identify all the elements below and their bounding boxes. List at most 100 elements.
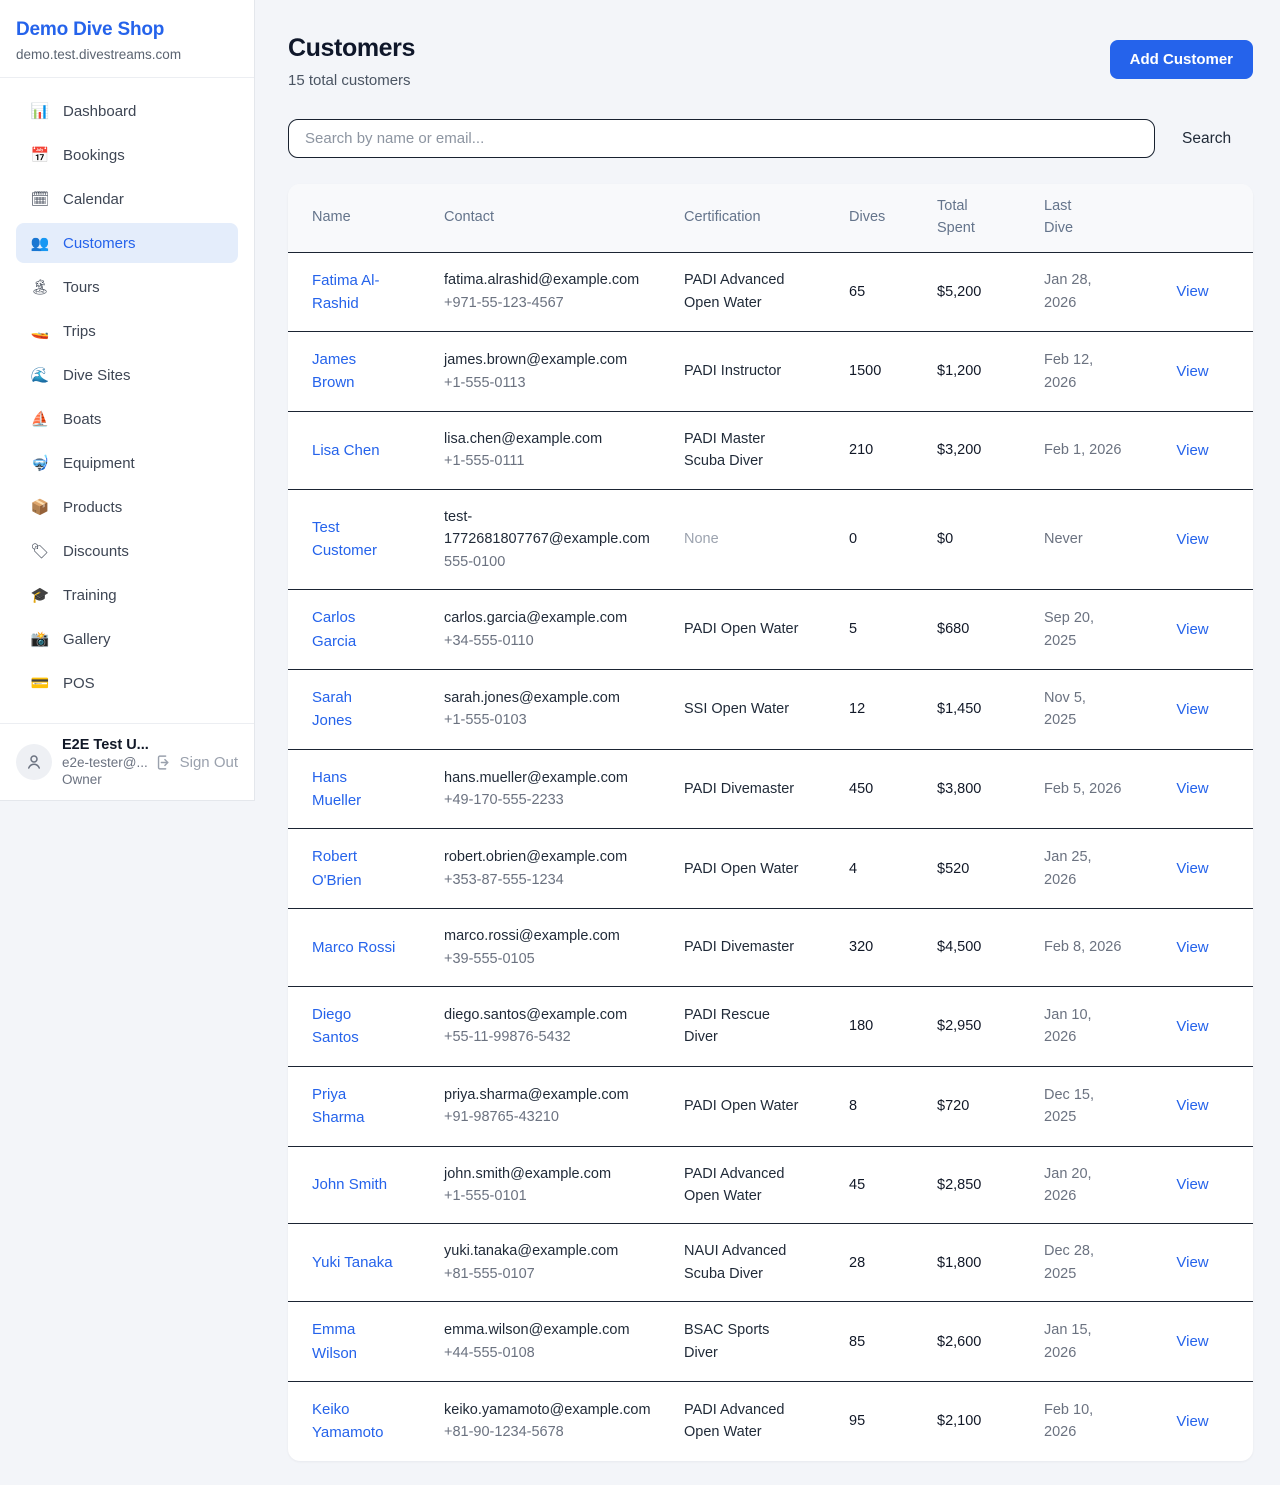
customer-phone: +55-11-99876-5432 <box>444 1026 664 1048</box>
table-row: John Smith john.smith@example.com +1-555… <box>288 1146 1253 1224</box>
sidebar-item-customers[interactable]: 👥 Customers <box>16 223 238 263</box>
sidebar-item-boats[interactable]: ⛵ Boats <box>16 399 238 439</box>
sidebar-item-trips[interactable]: 🚤 Trips <box>16 311 238 351</box>
view-link[interactable]: View <box>1176 1333 1208 1350</box>
customer-name-link[interactable]: Keiko Yamamoto <box>312 1398 396 1445</box>
customer-name-link[interactable]: Yuki Tanaka <box>312 1251 393 1274</box>
view-link[interactable]: View <box>1176 1254 1208 1271</box>
customer-name-link[interactable]: James Brown <box>312 348 396 395</box>
customer-phone: +81-90-1234-5678 <box>444 1421 664 1443</box>
view-link[interactable]: View <box>1176 621 1208 638</box>
customer-dives: 12 <box>839 670 927 750</box>
customer-name-link[interactable]: Hans Mueller <box>312 766 396 813</box>
sidebar-nav: 📊 Dashboard 📅 Bookings 🗓 Calendar 👥 Cust… <box>0 78 254 723</box>
customer-dives: 85 <box>839 1302 927 1382</box>
customer-name-link[interactable]: Sarah Jones <box>312 686 396 733</box>
sidebar-item-equipment[interactable]: 🤿 Equipment <box>16 443 238 483</box>
view-link[interactable]: View <box>1176 442 1208 459</box>
main-content: Customers 15 total customers Add Custome… <box>255 0 1280 1485</box>
sidebar-item-bookings[interactable]: 📅 Bookings <box>16 135 238 175</box>
sidebar-item-training[interactable]: 🎓 Training <box>16 575 238 615</box>
customer-name-link[interactable]: Robert O'Brien <box>312 845 396 892</box>
customers-table: NameContactCertificationDivesTotal Spent… <box>288 184 1253 1461</box>
customer-last-dive: Sep 20, 2025 <box>1044 607 1122 652</box>
customers-table-card: NameContactCertificationDivesTotal Spent… <box>288 184 1253 1461</box>
table-header-row: NameContactCertificationDivesTotal Spent… <box>288 184 1253 252</box>
table-row: Fatima Al-Rashid fatima.alrashid@example… <box>288 252 1253 332</box>
shop-domain: demo.test.divestreams.com <box>16 47 238 62</box>
sidebar-item-dive-sites[interactable]: 🌊 Dive Sites <box>16 355 238 395</box>
customer-last-dive: Dec 28, 2025 <box>1044 1240 1122 1285</box>
view-link[interactable]: View <box>1176 363 1208 380</box>
view-link[interactable]: View <box>1176 860 1208 877</box>
customer-name-link[interactable]: Test Customer <box>312 516 396 563</box>
sidebar-item-products[interactable]: 📦 Products <box>16 487 238 527</box>
customer-total-spent: $2,850 <box>927 1146 1034 1224</box>
sidebar: Demo Dive Shop demo.test.divestreams.com… <box>0 0 255 801</box>
user-name: E2E Test U... <box>62 737 155 753</box>
customer-dives: 450 <box>839 749 927 829</box>
search-button[interactable]: Search <box>1182 130 1231 148</box>
column-header: Dives <box>839 184 927 252</box>
table-row: Keiko Yamamoto keiko.yamamoto@example.co… <box>288 1382 1253 1461</box>
customer-name-link[interactable]: Carlos Garcia <box>312 606 396 653</box>
sidebar-item-discounts[interactable]: 🏷 Discounts <box>16 531 238 571</box>
customer-dives: 320 <box>839 909 927 987</box>
customer-name-link[interactable]: Marco Rossi <box>312 936 395 959</box>
sign-out-button[interactable]: Sign Out <box>155 754 238 771</box>
customer-phone: +91-98765-43210 <box>444 1106 664 1128</box>
sidebar-item-dashboard[interactable]: 📊 Dashboard <box>16 91 238 131</box>
customer-dives: 4 <box>839 829 927 909</box>
customer-certification: PADI Divemaster <box>684 936 806 958</box>
view-link[interactable]: View <box>1176 283 1208 300</box>
table-row: Carlos Garcia carlos.garcia@example.com … <box>288 590 1253 670</box>
customer-name-link[interactable]: Diego Santos <box>312 1003 396 1050</box>
customer-certification: NAUI Advanced Scuba Diver <box>684 1240 806 1285</box>
customer-total-spent: $2,100 <box>927 1382 1034 1461</box>
customer-name-link[interactable]: Emma Wilson <box>312 1318 396 1365</box>
view-link[interactable]: View <box>1176 939 1208 956</box>
customer-last-dive: Feb 5, 2026 <box>1044 778 1122 800</box>
sidebar-item-calendar[interactable]: 🗓 Calendar <box>16 179 238 219</box>
customer-certification: PADI Open Water <box>684 858 806 880</box>
avatar <box>16 744 52 780</box>
customer-last-dive: Jan 15, 2026 <box>1044 1319 1122 1364</box>
sidebar-item-tours[interactable]: 🏝 Tours <box>16 267 238 307</box>
view-link[interactable]: View <box>1176 1413 1208 1430</box>
sidebar-item-gallery[interactable]: 📸 Gallery <box>16 619 238 659</box>
sign-out-icon <box>155 754 172 771</box>
search-input[interactable] <box>288 119 1155 158</box>
table-row: Diego Santos diego.santos@example.com +5… <box>288 987 1253 1067</box>
sidebar-item-pos[interactable]: 💳 POS <box>16 663 238 703</box>
customer-certification: PADI Master Scuba Diver <box>684 428 806 473</box>
table-row: Robert O'Brien robert.obrien@example.com… <box>288 829 1253 909</box>
people-icon: 👥 <box>29 234 51 252</box>
column-header: Name <box>288 184 434 252</box>
view-link[interactable]: View <box>1176 1018 1208 1035</box>
page-header: Customers 15 total customers Add Custome… <box>288 34 1253 89</box>
customer-dives: 8 <box>839 1066 927 1146</box>
view-link[interactable]: View <box>1176 780 1208 797</box>
customer-phone: +1-555-0113 <box>444 372 664 394</box>
view-link[interactable]: View <box>1176 531 1208 548</box>
customer-last-dive: Never <box>1044 528 1122 550</box>
customer-phone: +1-555-0103 <box>444 709 664 731</box>
customer-name-link[interactable]: Priya Sharma <box>312 1083 396 1130</box>
customer-total-spent: $1,450 <box>927 670 1034 750</box>
view-link[interactable]: View <box>1176 1097 1208 1114</box>
customers-table-body: Fatima Al-Rashid fatima.alrashid@example… <box>288 252 1253 1461</box>
user-email: e2e-tester@... <box>62 755 155 770</box>
user-info: E2E Test U... e2e-tester@... Owner <box>62 737 155 787</box>
view-link[interactable]: View <box>1176 701 1208 718</box>
customer-phone: +353-87-555-1234 <box>444 869 664 891</box>
customer-name-link[interactable]: Fatima Al-Rashid <box>312 269 396 316</box>
add-customer-button[interactable]: Add Customer <box>1110 40 1253 79</box>
customer-dives: 210 <box>839 411 927 489</box>
customer-name-link[interactable]: John Smith <box>312 1173 387 1196</box>
customer-phone: +971-55-123-4567 <box>444 292 664 314</box>
customer-total-spent: $4,500 <box>927 909 1034 987</box>
customer-certification: None <box>684 528 806 550</box>
customer-name-link[interactable]: Lisa Chen <box>312 439 380 462</box>
customer-total-spent: $1,800 <box>927 1224 1034 1302</box>
view-link[interactable]: View <box>1176 1176 1208 1193</box>
